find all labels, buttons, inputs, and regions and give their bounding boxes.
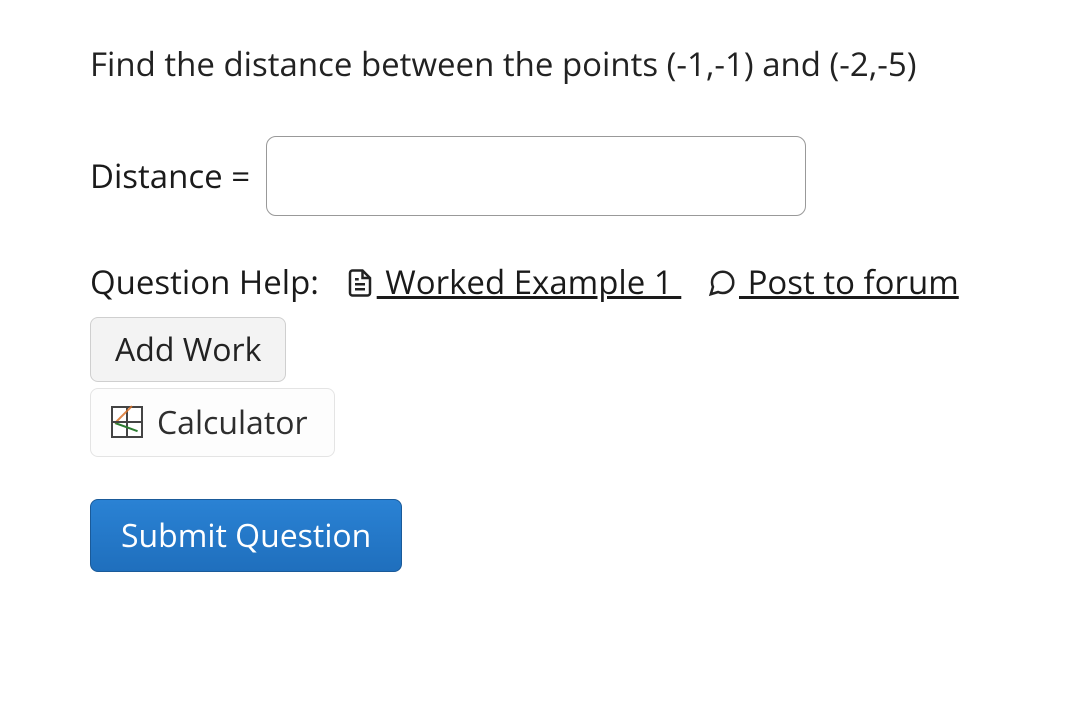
question-help-label: Question Help: bbox=[90, 259, 319, 304]
calculator-icon bbox=[111, 406, 143, 438]
distance-input[interactable] bbox=[266, 136, 806, 216]
submit-question-button[interactable]: Submit Question bbox=[90, 499, 402, 572]
calculator-label: Calculator bbox=[157, 401, 308, 444]
post-to-forum-link[interactable]: Post to forum bbox=[739, 259, 959, 304]
file-icon bbox=[345, 268, 377, 298]
answer-row: Distance = bbox=[90, 136, 1030, 216]
question-help-row: Question Help: Worked Example 1 Post to … bbox=[90, 256, 1030, 307]
calculator-button[interactable]: Calculator bbox=[90, 388, 335, 457]
worked-example-link[interactable]: Worked Example 1 bbox=[377, 259, 682, 304]
question-prompt: Find the distance between the points (-1… bbox=[90, 40, 1030, 88]
comment-icon bbox=[707, 268, 739, 298]
add-work-button[interactable]: Add Work bbox=[90, 317, 286, 382]
answer-label: Distance = bbox=[90, 153, 250, 198]
